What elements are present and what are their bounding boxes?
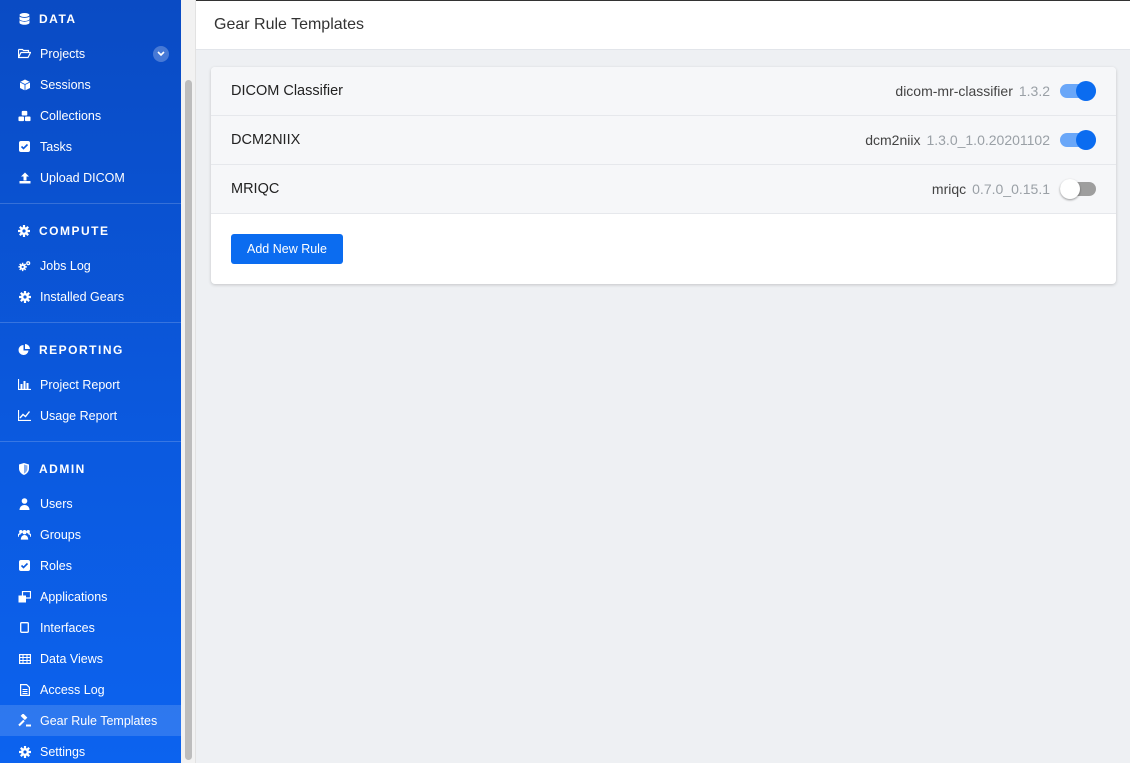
sidebar-section-reporting: REPORTING Project Report Usage Report bbox=[0, 331, 181, 442]
sidebar-item-label: Settings bbox=[40, 744, 86, 759]
rule-enabled-toggle[interactable] bbox=[1060, 81, 1096, 101]
sidebar-item-roles[interactable]: Roles bbox=[0, 550, 181, 581]
pie-chart-icon bbox=[18, 344, 30, 356]
sidebar-item-tasks[interactable]: Tasks bbox=[0, 131, 181, 162]
sidebar-section-data: DATA Projects Sessions Collections Tasks… bbox=[0, 0, 181, 204]
sidebar-header-label: COMPUTE bbox=[39, 224, 110, 238]
cog-icon bbox=[18, 745, 31, 758]
toggle-knob bbox=[1076, 81, 1096, 101]
sidebar-item-sessions[interactable]: Sessions bbox=[0, 69, 181, 100]
sidebar-header-admin: ADMIN bbox=[0, 450, 181, 488]
sidebar-item-settings[interactable]: Settings bbox=[0, 736, 181, 763]
sidebar-item-access-log[interactable]: Access Log bbox=[0, 674, 181, 705]
sidebar-header-label: ADMIN bbox=[39, 462, 86, 476]
window-restore-icon bbox=[18, 590, 31, 603]
sidebar-item-label: Installed Gears bbox=[40, 289, 125, 304]
toggle-knob bbox=[1076, 130, 1096, 150]
sidebar-header-label: REPORTING bbox=[39, 343, 124, 357]
page-header: Gear Rule Templates bbox=[196, 0, 1130, 50]
sidebar-item-label: Tasks bbox=[40, 139, 72, 154]
cogs-icon bbox=[18, 259, 31, 272]
rule-row[interactable]: DICOM Classifier dicom-mr-classifier 1.3… bbox=[211, 67, 1116, 116]
check-square-icon bbox=[18, 559, 31, 572]
sidebar-item-label: Sessions bbox=[40, 77, 91, 92]
sidebar-item-label: Interfaces bbox=[40, 620, 95, 635]
sidebar-item-label: Project Report bbox=[40, 377, 120, 392]
sidebar-item-groups[interactable]: Groups bbox=[0, 519, 181, 550]
database-icon bbox=[18, 13, 30, 25]
gear-rules-card: DICOM Classifier dicom-mr-classifier 1.3… bbox=[211, 67, 1116, 284]
cubes-icon bbox=[18, 109, 31, 122]
sidebar-header-reporting: REPORTING bbox=[0, 331, 181, 369]
cog-icon bbox=[18, 225, 30, 237]
sidebar-item-interfaces[interactable]: Interfaces bbox=[0, 612, 181, 643]
cog-icon bbox=[18, 290, 31, 303]
rule-enabled-toggle[interactable] bbox=[1060, 179, 1096, 199]
rule-row[interactable]: DCM2NIIX dcm2niix 1.3.0_1.0.20201102 bbox=[211, 116, 1116, 165]
page-title: Gear Rule Templates bbox=[214, 16, 364, 33]
card-footer: Add New Rule bbox=[211, 214, 1116, 284]
user-icon bbox=[18, 497, 31, 510]
rule-gear-name: mriqc bbox=[931, 181, 967, 197]
sidebar-item-label: Data Views bbox=[40, 651, 103, 666]
sidebar-item-label: Collections bbox=[40, 108, 102, 123]
rule-name: DCM2NIIX bbox=[231, 132, 301, 148]
rule-enabled-toggle[interactable] bbox=[1060, 130, 1096, 150]
sidebar-item-upload-dicom[interactable]: Upload DICOM bbox=[0, 162, 181, 193]
sidebar-item-gear-rule-templates[interactable]: Gear Rule Templates bbox=[0, 705, 181, 736]
rule-gear-version: 1.3.0_1.0.20201102 bbox=[926, 132, 1050, 148]
sidebar-item-label: Access Log bbox=[40, 682, 105, 697]
table-icon bbox=[18, 652, 31, 665]
tablet-icon bbox=[18, 621, 31, 634]
rule-gear-version: 0.7.0_0.15.1 bbox=[972, 181, 1050, 197]
rule-gear-name: dicom-mr-classifier bbox=[895, 83, 1013, 99]
gavel-icon bbox=[18, 714, 31, 727]
sidebar-item-applications[interactable]: Applications bbox=[0, 581, 181, 612]
sidebar-item-project-report[interactable]: Project Report bbox=[0, 369, 181, 400]
bar-chart-icon bbox=[18, 378, 31, 391]
sidebar-item-label: Projects bbox=[40, 46, 86, 61]
file-text-icon bbox=[18, 683, 31, 696]
sidebar-section-compute: COMPUTE Jobs Log Installed Gears bbox=[0, 212, 181, 323]
sidebar-header-label: DATA bbox=[39, 12, 77, 26]
users-icon bbox=[18, 528, 31, 541]
sidebar-item-label: Usage Report bbox=[40, 408, 118, 423]
sidebar-item-jobs-log[interactable]: Jobs Log bbox=[0, 250, 181, 281]
rule-name: MRIQC bbox=[231, 181, 280, 197]
chevron-down-icon[interactable] bbox=[153, 46, 169, 62]
cube-icon bbox=[18, 78, 31, 91]
rule-row[interactable]: MRIQC mriqc 0.7.0_0.15.1 bbox=[211, 165, 1116, 214]
rule-gear-version: 1.3.2 bbox=[1018, 83, 1050, 99]
sidebar-item-collections[interactable]: Collections bbox=[0, 100, 181, 131]
sidebar-item-label: Groups bbox=[40, 527, 81, 542]
toggle-knob bbox=[1060, 179, 1080, 199]
sidebar-header-compute: COMPUTE bbox=[0, 212, 181, 250]
sidebar-item-installed-gears[interactable]: Installed Gears bbox=[0, 281, 181, 312]
shield-icon bbox=[18, 463, 30, 475]
sidebar-item-label: Users bbox=[40, 496, 73, 511]
sidebar: DATA Projects Sessions Collections Tasks… bbox=[0, 0, 181, 763]
sidebar-item-data-views[interactable]: Data Views bbox=[0, 643, 181, 674]
sidebar-item-users[interactable]: Users bbox=[0, 488, 181, 519]
sidebar-item-projects[interactable]: Projects bbox=[0, 38, 181, 69]
sidebar-item-label: Jobs Log bbox=[40, 258, 91, 273]
line-chart-icon bbox=[18, 409, 31, 422]
rule-name: DICOM Classifier bbox=[231, 83, 343, 99]
sidebar-header-data: DATA bbox=[0, 0, 181, 38]
rule-gear-name: dcm2niix bbox=[865, 132, 921, 148]
sidebar-item-label: Gear Rule Templates bbox=[40, 713, 158, 728]
sidebar-item-usage-report[interactable]: Usage Report bbox=[0, 400, 181, 431]
sidebar-item-label: Applications bbox=[40, 589, 108, 604]
add-new-rule-button[interactable]: Add New Rule bbox=[231, 234, 343, 264]
upload-icon bbox=[18, 171, 31, 184]
sidebar-scrollbar-thumb[interactable] bbox=[185, 80, 192, 760]
check-square-icon bbox=[18, 140, 31, 153]
sidebar-item-label: Roles bbox=[40, 558, 72, 573]
sidebar-item-label: Upload DICOM bbox=[40, 170, 125, 185]
sidebar-section-admin: ADMIN Users Groups Roles Applications In… bbox=[0, 450, 181, 763]
folder-open-icon bbox=[18, 47, 31, 60]
